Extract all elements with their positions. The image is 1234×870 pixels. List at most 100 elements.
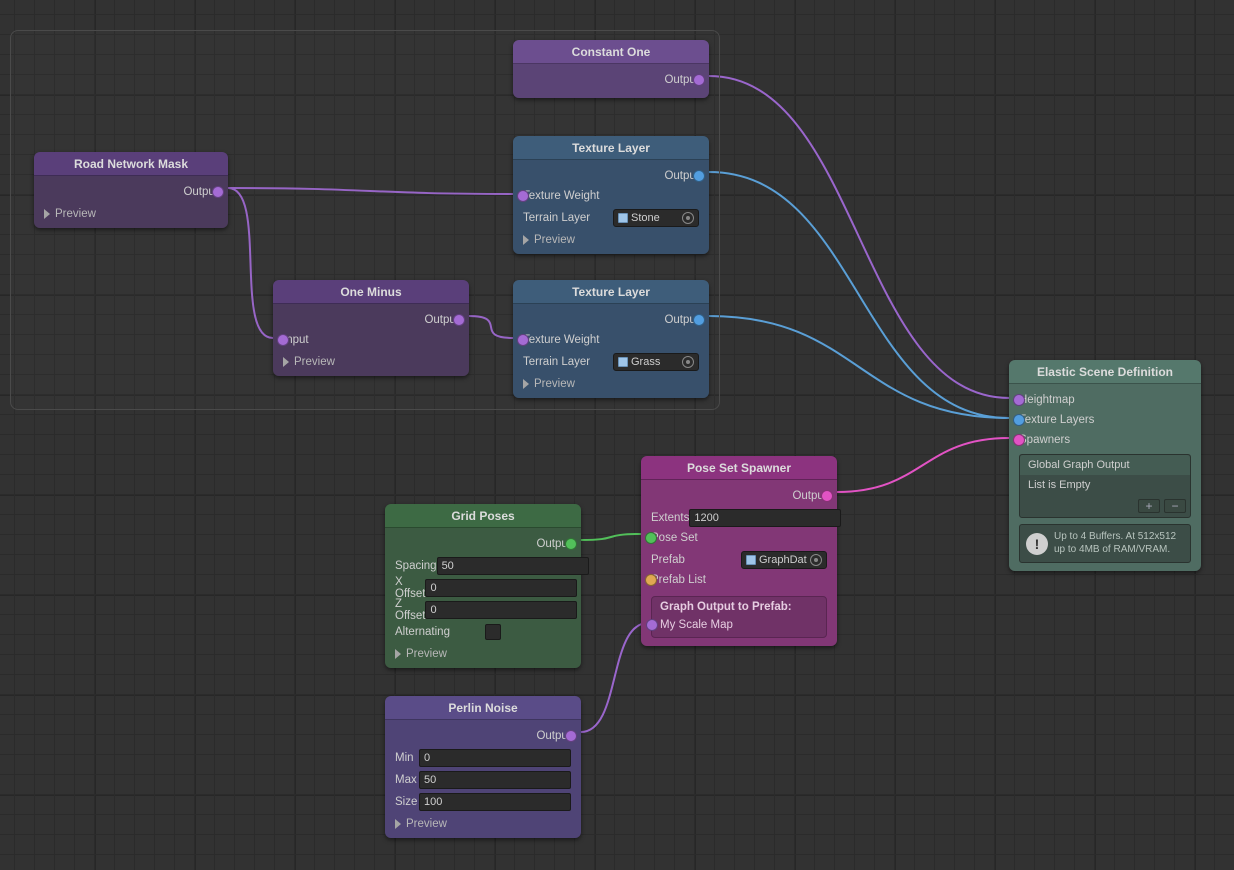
x-offset-input[interactable] <box>425 579 577 597</box>
min-input[interactable] <box>419 749 571 767</box>
min-label: Min <box>395 752 419 764</box>
preview-toggle[interactable]: Preview <box>395 818 571 830</box>
prefab-box-header: Graph Output to Prefab: <box>660 601 818 613</box>
alternating-label: Alternating <box>395 626 485 638</box>
object-picker-icon[interactable] <box>810 554 822 566</box>
node-title: Grid Poses <box>385 504 581 528</box>
preview-toggle[interactable]: Preview <box>44 208 218 220</box>
z-offset-label: Z Offset <box>395 598 425 622</box>
node-constant-one[interactable]: Constant One Output <box>513 40 709 98</box>
extents-input[interactable] <box>689 509 841 527</box>
graph-output-to-prefab-box: Graph Output to Prefab: My Scale Map <box>651 596 827 638</box>
node-title: Elastic Scene Definition <box>1009 360 1201 384</box>
object-picker-icon[interactable] <box>682 356 694 368</box>
preview-toggle[interactable]: Preview <box>283 356 459 368</box>
info-box: ! Up to 4 Buffers. At 512x512 up to 4MB … <box>1019 524 1191 563</box>
node-title: Texture Layer <box>513 136 709 160</box>
edge[interactable] <box>469 316 513 338</box>
my-scale-map-port[interactable] <box>646 619 658 631</box>
prefab-list-port[interactable] <box>645 574 657 586</box>
output-port[interactable] <box>821 490 833 502</box>
texture-layers-port[interactable] <box>1013 414 1025 426</box>
spawners-label: Spawners <box>1019 434 1070 446</box>
max-label: Max <box>395 774 419 786</box>
edge[interactable] <box>228 188 273 338</box>
node-pose-set-spawner[interactable]: Pose Set Spawner Output Extents Pose Set… <box>641 456 837 646</box>
remove-button[interactable]: − <box>1164 499 1186 513</box>
node-elastic-scene-definition[interactable]: Elastic Scene Definition Heightmap Textu… <box>1009 360 1201 571</box>
global-graph-output-label: Global Graph Output <box>1028 459 1130 471</box>
pose-set-port[interactable] <box>645 532 657 544</box>
terrain-layer-label: Terrain Layer <box>523 356 613 368</box>
disclosure-triangle-icon <box>523 379 529 389</box>
output-port[interactable] <box>565 730 577 742</box>
node-one-minus[interactable]: One Minus Output Input Preview <box>273 280 469 376</box>
node-texture-layer-grass[interactable]: Texture Layer Output Texture Weight Terr… <box>513 280 709 398</box>
info-icon: ! <box>1026 533 1048 555</box>
terrain-layer-label: Terrain Layer <box>523 212 613 224</box>
output-port[interactable] <box>693 170 705 182</box>
texture-layers-label: Texture Layers <box>1019 414 1094 426</box>
asset-icon <box>618 357 628 367</box>
spawners-port[interactable] <box>1013 434 1025 446</box>
prefab-box-item: My Scale Map <box>660 619 733 631</box>
x-offset-label: X Offset <box>395 576 425 600</box>
alternating-checkbox[interactable] <box>485 624 501 640</box>
disclosure-triangle-icon <box>395 819 401 829</box>
size-label: Size <box>395 796 419 808</box>
size-input[interactable] <box>419 793 571 811</box>
terrain-layer-field[interactable]: Grass <box>613 353 699 371</box>
port-label-texture-weight: Texture Weight <box>523 334 600 346</box>
terrain-layer-field[interactable]: Stone <box>613 209 699 227</box>
asset-icon <box>746 555 756 565</box>
disclosure-triangle-icon <box>523 235 529 245</box>
z-offset-input[interactable] <box>425 601 577 619</box>
preview-toggle[interactable]: Preview <box>395 648 571 660</box>
preview-toggle[interactable]: Preview <box>523 378 699 390</box>
prefab-field[interactable]: GraphDat <box>741 551 827 569</box>
node-title: Road Network Mask <box>34 152 228 176</box>
object-picker-icon[interactable] <box>682 212 694 224</box>
node-perlin-noise[interactable]: Perlin Noise Output Min Max Size Preview <box>385 696 581 838</box>
texture-weight-port[interactable] <box>517 190 529 202</box>
node-title: Pose Set Spawner <box>641 456 837 480</box>
edge[interactable] <box>709 172 1009 418</box>
edge[interactable] <box>837 438 1009 492</box>
list-empty-label: List is Empty <box>1028 479 1090 491</box>
pose-set-label: Pose Set <box>651 532 698 544</box>
spacing-input[interactable] <box>437 557 589 575</box>
disclosure-triangle-icon <box>283 357 289 367</box>
prefab-label: Prefab <box>651 554 741 566</box>
node-texture-layer-stone[interactable]: Texture Layer Output Texture Weight Terr… <box>513 136 709 254</box>
disclosure-triangle-icon <box>395 649 401 659</box>
port-label-texture-weight: Texture Weight <box>523 190 600 202</box>
node-title: One Minus <box>273 280 469 304</box>
output-port[interactable] <box>212 186 224 198</box>
spacing-label: Spacing <box>395 560 437 572</box>
output-port[interactable] <box>565 538 577 550</box>
heightmap-port[interactable] <box>1013 394 1025 406</box>
disclosure-triangle-icon <box>44 209 50 219</box>
texture-weight-port[interactable] <box>517 334 529 346</box>
extents-label: Extents <box>651 512 689 524</box>
edge[interactable] <box>581 534 641 540</box>
node-title: Constant One <box>513 40 709 64</box>
add-button[interactable]: + <box>1138 499 1160 513</box>
node-road-network-mask[interactable]: Road Network Mask Output Preview <box>34 152 228 228</box>
global-graph-output-box: Global Graph Output List is Empty + − <box>1019 454 1191 518</box>
node-title: Texture Layer <box>513 280 709 304</box>
preview-toggle[interactable]: Preview <box>523 234 699 246</box>
output-port[interactable] <box>453 314 465 326</box>
input-port[interactable] <box>277 334 289 346</box>
edge[interactable] <box>228 188 513 194</box>
output-port[interactable] <box>693 314 705 326</box>
prefab-list-label: Prefab List <box>651 574 706 586</box>
edge[interactable] <box>709 316 1009 418</box>
output-port[interactable] <box>693 74 705 86</box>
edge[interactable] <box>581 623 648 732</box>
heightmap-label: Heightmap <box>1019 394 1075 406</box>
asset-icon <box>618 213 628 223</box>
node-grid-poses[interactable]: Grid Poses Output Spacing X Offset Z Off… <box>385 504 581 668</box>
edge[interactable] <box>709 76 1009 398</box>
max-input[interactable] <box>419 771 571 789</box>
